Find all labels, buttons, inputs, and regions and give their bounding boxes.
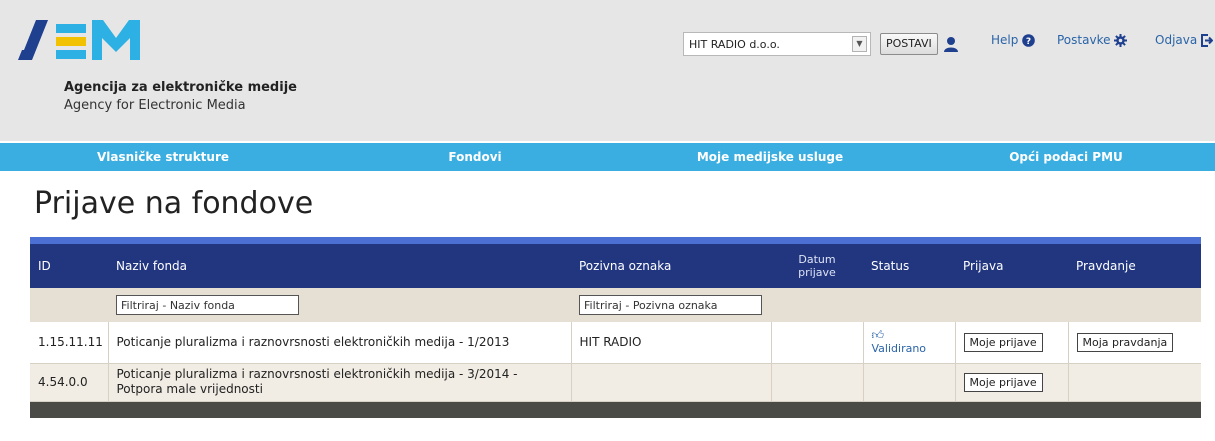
agency-name: Agencija za elektroničke medije Agency f…: [64, 80, 297, 113]
col-header-id[interactable]: ID: [30, 244, 108, 288]
svg-text:?: ?: [1026, 37, 1031, 47]
col-header-status[interactable]: Status: [863, 244, 955, 288]
filter-cell-naziv: Filtriraj - Naziv fonda: [108, 288, 571, 322]
cell-pravdanje: Moja pravdanja: [1068, 322, 1201, 364]
postavke-label: Postavke: [1057, 33, 1111, 47]
filter-pozivna-oznaka-input[interactable]: Filtriraj - Pozivna oznaka: [579, 295, 762, 315]
col-header-naziv-fonda[interactable]: Naziv fonda: [108, 244, 571, 288]
moje-prijave-button[interactable]: Moje prijave: [963, 372, 1043, 392]
cell-id: 1.15.11.11: [30, 322, 109, 364]
header: Agencija za elektroničke medije Agency f…: [0, 0, 1215, 141]
filter-cell-empty: [30, 288, 108, 322]
cell-naziv: Poticanje pluralizma i raznovrsnosti ele…: [108, 322, 572, 364]
postavi-button[interactable]: POSTAVI: [880, 33, 938, 55]
postavke-link[interactable]: Postavke: [1057, 33, 1128, 47]
cell-prijava: Moje prijave: [955, 322, 1069, 364]
table-footer-bar: [30, 401, 1201, 418]
filter-cell-empty: [771, 288, 863, 322]
filter-cell-pozivna: Filtriraj - Pozivna oznaka: [571, 288, 771, 322]
moja-pravdanja-button[interactable]: Moja pravdanja: [1076, 332, 1174, 352]
cell-datum: [771, 322, 864, 364]
status-link[interactable]: 👍︎ Validirano: [872, 328, 947, 356]
logout-icon: [1201, 33, 1214, 47]
odjava-link[interactable]: Odjava: [1155, 33, 1214, 47]
filter-row: Filtriraj - Naziv fonda Filtriraj - Pozi…: [30, 288, 1201, 322]
nav-item-fondovi[interactable]: Fondovi: [410, 143, 540, 171]
main-nav: Vlasničke strukture Fondovi Moje medijsk…: [0, 143, 1215, 171]
table-row: 1.15.11.11 Poticanje pluralizma i raznov…: [30, 322, 1201, 364]
moje-prijave-button[interactable]: Moje prijave: [963, 332, 1043, 352]
filter-cell-empty: [863, 288, 955, 322]
status-label: Validirano: [871, 342, 927, 356]
chevron-down-icon[interactable]: ▼: [852, 36, 867, 52]
col-header-prijava[interactable]: Prijava: [955, 244, 1068, 288]
cell-pravdanje: [1068, 363, 1201, 402]
cell-naziv: Poticanje pluralizma i raznovrsnosti ele…: [108, 363, 572, 402]
nav-item-moje-medijske-usluge[interactable]: Moje medijske usluge: [670, 143, 870, 171]
col-header-pozivna-oznaka[interactable]: Pozivna oznaka: [571, 244, 771, 288]
help-link[interactable]: Help ?: [991, 33, 1036, 47]
company-select-value: HIT RADIO d.o.o.: [689, 37, 780, 51]
company-select[interactable]: HIT RADIO d.o.o. ▼: [683, 32, 871, 56]
nav-item-vlasnicke-strukture[interactable]: Vlasničke strukture: [63, 143, 263, 171]
cell-status: 👍︎ Validirano: [863, 322, 956, 364]
agency-name-en: Agency for Electronic Media: [64, 98, 246, 113]
fondovi-table: ID Naziv fonda Pozivna oznaka Datum prij…: [30, 237, 1201, 418]
col-header-pravdanje[interactable]: Pravdanje: [1068, 244, 1201, 288]
table-row: 4.54.0.0 Poticanje pluralizma i raznovrs…: [30, 363, 1201, 402]
cell-datum: [771, 363, 864, 402]
filter-cell-empty: [1068, 288, 1201, 322]
cell-pozivna: HIT RADIO: [571, 322, 772, 364]
nav-item-opci-podaci-pmu[interactable]: Opći podaci PMU: [976, 143, 1156, 171]
col-header-datum-prijave[interactable]: Datum prijave: [771, 244, 863, 288]
table-header-row: ID Naziv fonda Pozivna oznaka Datum prij…: [30, 244, 1201, 288]
cell-id: 4.54.0.0: [30, 363, 109, 402]
table-top-strip: [30, 237, 1201, 244]
cell-prijava: Moje prijave: [955, 363, 1069, 402]
user-icon[interactable]: [943, 36, 958, 52]
page-title: Prijave na fondove: [34, 186, 314, 221]
cell-pozivna: [571, 363, 772, 402]
help-label: Help: [991, 33, 1019, 47]
col-header-datum-prijave-label: Datum prijave: [798, 253, 836, 279]
gear-icon: [1114, 33, 1128, 47]
odjava-label: Odjava: [1155, 33, 1198, 47]
filter-cell-empty: [955, 288, 1068, 322]
agency-name-hr: Agencija za elektroničke medije: [64, 80, 297, 95]
thumbs-up-icon: 👍︎: [871, 328, 885, 343]
filter-naziv-fonda-input[interactable]: Filtriraj - Naziv fonda: [116, 295, 299, 315]
company-bar: HIT RADIO d.o.o. ▼ POSTAVI: [683, 31, 958, 57]
aem-logo[interactable]: [18, 14, 143, 64]
cell-status: [863, 363, 956, 402]
question-circle-icon: ?: [1022, 33, 1036, 47]
